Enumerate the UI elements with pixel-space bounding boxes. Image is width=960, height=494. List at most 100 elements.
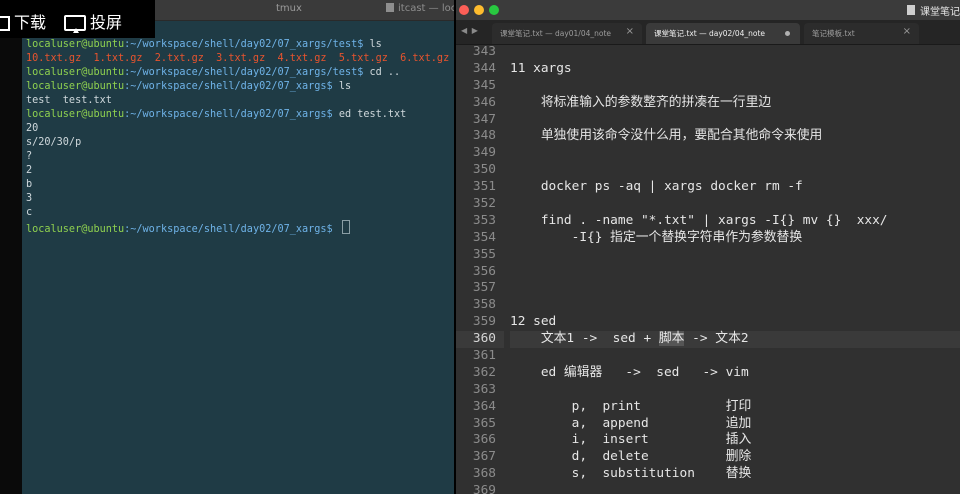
code-line[interactable] <box>510 112 960 129</box>
terminal-cursor <box>341 220 350 234</box>
terminal-window-title-text: itcast — localu <box>398 3 454 14</box>
code-line[interactable] <box>510 247 960 264</box>
close-icon[interactable]: × <box>903 26 911 37</box>
zoom-window-button[interactable] <box>489 5 499 15</box>
prompt-user: localuser@ubuntu <box>26 224 125 235</box>
terminal-output[interactable]: localuser@ubuntu:~/workspace/shell/day02… <box>26 38 454 235</box>
close-icon[interactable]: × <box>626 26 634 37</box>
prompt-user: localuser@ubuntu <box>26 39 125 50</box>
prompt-user: localuser@ubuntu <box>26 109 125 120</box>
code-area[interactable]: 11 xargs 将标准输入的参数整齐的拼凑在一行里边 单独使用该命令没什么用，… <box>510 44 960 494</box>
tab-1[interactable]: 课堂笔记.txt — day01/04_note × <box>492 23 642 44</box>
line-number: 346 <box>472 94 496 110</box>
desktop-edge <box>0 0 22 494</box>
output-text: ? <box>26 151 33 162</box>
code-line[interactable]: d, delete 删除 <box>510 449 960 466</box>
terminal-line: localuser@ubuntu:~/workspace/shell/day02… <box>26 66 454 80</box>
code-line[interactable] <box>510 264 960 281</box>
code-text: -I{} 指定一个替换字符串作为参数替换 <box>510 229 803 245</box>
code-text: i, insert 插入 <box>510 432 752 448</box>
screen-cast-button[interactable]: 投屏 <box>64 9 122 33</box>
editor-window[interactable]: 课堂笔记 ◀ ▶ 课堂笔记.txt — day01/04_note × 课堂笔记.t… <box>456 0 960 494</box>
line-number: 356 <box>472 263 496 279</box>
tab-nav-arrows[interactable]: ◀ ▶ <box>461 26 479 35</box>
prompt-path: :~/workspace/shell/day02/07_xargs$ <box>124 109 333 120</box>
terminal-line: localuser@ubuntu:~/workspace/shell/day02… <box>26 38 454 52</box>
terminal-line: ? <box>26 150 454 164</box>
prompt-user: localuser@ubuntu <box>26 67 125 78</box>
line-number: 364 <box>472 398 496 414</box>
terminal-line: localuser@ubuntu:~/workspace/shell/day02… <box>26 80 454 94</box>
code-line[interactable]: 11 xargs <box>510 61 960 78</box>
code-line[interactable]: 12 sed <box>510 314 960 331</box>
code-line[interactable]: a, append 追加 <box>510 416 960 433</box>
code-line[interactable]: p, print 打印 <box>510 399 960 416</box>
terminal-line: 3 <box>26 192 454 206</box>
code-line[interactable]: 单独使用该命令没什么用，要配合其他命令来使用 <box>510 128 960 145</box>
prompt-path: :~/workspace/shell/day02/07_xargs/test$ <box>124 39 364 50</box>
code-line[interactable] <box>510 483 960 494</box>
terminal-line: b <box>26 178 454 192</box>
line-number: 349 <box>472 145 496 161</box>
line-number: 359 <box>472 314 496 330</box>
code-line[interactable] <box>510 145 960 162</box>
code-line[interactable] <box>510 348 960 365</box>
code-line[interactable] <box>510 297 960 314</box>
code-line[interactable]: docker ps -aq | xargs docker rm -f <box>510 179 960 196</box>
line-number: 357 <box>472 280 496 296</box>
tab-3[interactable]: 笔记模板.txt × <box>804 23 919 44</box>
code-line[interactable] <box>510 382 960 399</box>
terminal-line: localuser@ubuntu:~/workspace/shell/day02… <box>26 220 454 235</box>
line-number: 363 <box>472 381 496 397</box>
code-line[interactable] <box>510 196 960 213</box>
code-text: find . -name "*.txt" | xargs -I{} mv {} … <box>510 212 888 228</box>
close-window-button[interactable] <box>459 5 469 15</box>
command-text: ed test.txt <box>332 109 407 120</box>
code-line[interactable]: i, insert 插入 <box>510 432 960 449</box>
code-line[interactable] <box>510 280 960 297</box>
command-text: cd .. <box>363 67 401 78</box>
download-button[interactable]: 下载 <box>0 9 46 33</box>
tab-label: 课堂笔记.txt — day02/04_note <box>654 29 766 38</box>
terminal-title: tmux <box>276 3 302 14</box>
code-line[interactable]: ed 编辑器 -> sed -> vim <box>510 365 960 382</box>
tab-2[interactable]: 课堂笔记.txt — day02/04_note <box>646 23 800 44</box>
line-number: 369 <box>472 483 496 494</box>
tab-label: 课堂笔记.txt — day01/04_note <box>500 29 612 38</box>
line-number: 362 <box>472 364 496 380</box>
line-number-gutter: 343 344 345 346 347 348 349 350 351 352 353 354 355 3… <box>456 44 504 494</box>
code-line[interactable] <box>510 44 960 61</box>
line-number: 348 <box>472 128 496 144</box>
prompt-path: :~/workspace/shell/day02/07_xargs/test$ <box>124 67 364 78</box>
command-text: ls <box>332 81 352 92</box>
code-line[interactable]: -I{} 指定一个替换字符串作为参数替换 <box>510 230 960 247</box>
prompt-path: :~/workspace/shell/day02/07_xargs$ <box>124 224 333 235</box>
code-line[interactable]: s, substitution 替换 <box>510 466 960 483</box>
download-icon <box>0 16 10 31</box>
terminal-window[interactable]: tmux itcast — localu localuser@ubuntu:~/… <box>22 0 454 494</box>
code-text: 12 sed <box>510 314 557 330</box>
line-number: 345 <box>472 77 496 93</box>
line-number: 368 <box>472 466 496 482</box>
line-number: 343 <box>472 44 496 59</box>
code-line[interactable] <box>510 162 960 179</box>
code-line[interactable]: 文本1 -> sed + 脚本 -> 文本2 <box>510 331 960 349</box>
minimize-window-button[interactable] <box>474 5 484 15</box>
document-icon <box>907 5 915 15</box>
code-text: s, substitution 替换 <box>510 466 752 482</box>
code-text: 单独使用该命令没什么用，要配合其他命令来使用 <box>510 128 823 144</box>
output-text: 20 <box>26 123 39 134</box>
code-line[interactable] <box>510 78 960 95</box>
code-text: a, append 追加 <box>510 415 752 431</box>
document-icon <box>386 3 394 12</box>
screen-cast-icon <box>64 15 86 33</box>
terminal-line: 20 <box>26 122 454 136</box>
code-line[interactable]: 将标准输入的参数整齐的拼凑在一行里边 <box>510 95 960 112</box>
terminal-line: 2 <box>26 164 454 178</box>
editor-titlebar: 课堂笔记 <box>456 0 960 20</box>
terminal-line: s/20/30/p <box>26 136 454 150</box>
line-number: 358 <box>472 297 496 313</box>
unsaved-dot-icon[interactable] <box>785 31 790 36</box>
prompt-path: :~/workspace/shell/day02/07_xargs$ <box>124 81 333 92</box>
code-line[interactable]: find . -name "*.txt" | xargs -I{} mv {} … <box>510 213 960 230</box>
